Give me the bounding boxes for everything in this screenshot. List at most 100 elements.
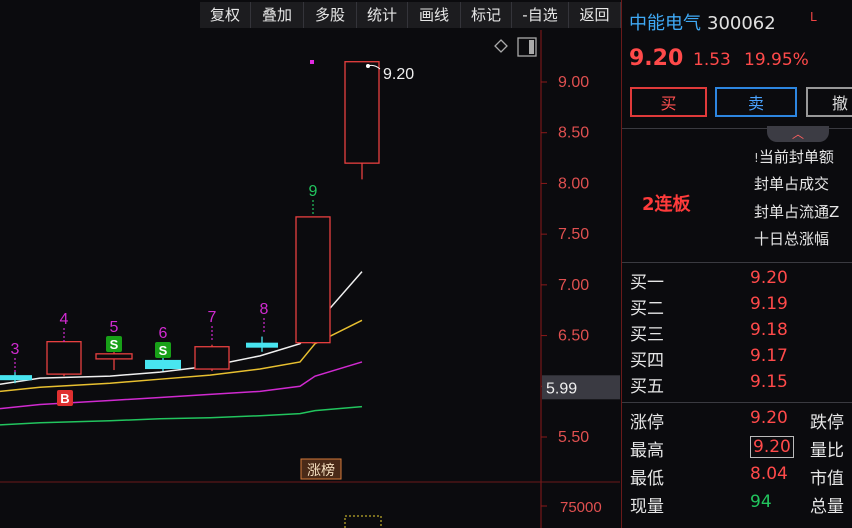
candle-body (344, 61, 380, 164)
candle-number-label: 4 (60, 311, 69, 328)
candle (46, 341, 82, 377)
candle (295, 216, 331, 344)
candle-body (46, 341, 82, 375)
chart-toolbar: 复权 叠加 多股 统计 画线 标记 -自选 返回 (0, 0, 621, 30)
candle-body (194, 346, 230, 370)
order-book-level: 买三 (630, 325, 664, 345)
candle-number-label: 5 (110, 319, 119, 336)
stat-label: 最高 (630, 441, 664, 461)
order-book-price: 9.18 (750, 320, 788, 340)
remove-watchlist-button[interactable]: -自选 (512, 2, 569, 28)
stat-label: 现量 (630, 497, 664, 517)
last-price-label: 9.20 (383, 66, 414, 83)
stock-code: 300062 (707, 13, 776, 34)
price-tick-label: 8.50 (558, 125, 589, 142)
cancel-button[interactable]: 撤 (806, 87, 852, 117)
collapse-toggle[interactable]: ︿ (767, 126, 829, 142)
candle (246, 336, 278, 352)
current-price: 9.20 (629, 46, 684, 71)
candle-number-label: 6 (159, 325, 168, 342)
ma-line-green (0, 405, 363, 426)
order-book-level: 买一 (630, 273, 664, 293)
price-change: 1.53 (693, 50, 731, 70)
candle (344, 61, 380, 180)
stat-value: 94 (750, 492, 772, 512)
signal-dot (310, 60, 314, 64)
fuquan-button[interactable]: 复权 (200, 2, 251, 28)
stat-label: 量比 (810, 441, 844, 461)
limit-up-rank-text: 涨榜 (307, 462, 335, 479)
candle-body (145, 359, 181, 370)
kline-chart-svg[interactable]: 3 4 5 6 7 8 9 S S B 9.20 涨榜 9.00 8.50 8.00 7.50 7.00 6.5… (0, 30, 620, 528)
order-book-price: 9.17 (750, 346, 788, 366)
stat-value: 9.20 (750, 436, 794, 458)
stat-label: 跌停 (810, 413, 844, 433)
order-book-level: 买四 (630, 351, 664, 371)
stat-label: 总量 (810, 497, 844, 517)
back-button[interactable]: 返回 (569, 2, 621, 28)
divider (622, 262, 852, 263)
sell-marker-text: S (110, 337, 119, 352)
seal-vs-turnover-label: 封单占成交 (754, 175, 830, 193)
overlay-button[interactable]: 叠加 (251, 2, 304, 28)
quote-panel: 中能电气 300062 L 9.20 1.53 19.95% 买 卖 撤 ︿ 2连… (621, 0, 852, 528)
buy-button[interactable]: 买 (630, 87, 707, 117)
order-book-level: 买二 (630, 299, 664, 319)
price-tick-label: 8.00 (558, 175, 589, 192)
current-price-label: 5.99 (546, 380, 577, 397)
sell-marker: S (155, 342, 171, 358)
order-book-row[interactable]: 买五 9.15 (622, 372, 852, 397)
candle-number-label: 9 (309, 183, 318, 200)
mark-button[interactable]: 标记 (461, 2, 512, 28)
price-tick-label: 5.50 (558, 429, 589, 446)
order-book-price: 9.15 (750, 372, 788, 392)
divider (622, 402, 852, 403)
price-change-pct: 19.95% (744, 50, 809, 70)
sell-button[interactable]: 卖 (715, 87, 797, 117)
stat-label: 市值 (810, 469, 844, 489)
diamond-icon[interactable] (494, 39, 508, 53)
order-book-row[interactable]: 买四 9.17 (622, 346, 852, 371)
ten-day-change-label: 十日总涨幅 (754, 230, 830, 248)
sell-marker: S (106, 336, 122, 352)
draw-line-button[interactable]: 画线 (408, 2, 461, 28)
stat-row: 最高 9.20 量比 (622, 436, 852, 462)
candle-number-label: 7 (208, 309, 217, 326)
buy-marker-text: B (60, 391, 69, 406)
stat-row: 涨停 9.20 跌停 (622, 408, 852, 434)
limit-up-rank-badge: 涨榜 (300, 458, 342, 480)
price-tick-label: 9.00 (558, 74, 589, 91)
stat-label: 最低 (630, 469, 664, 489)
candle-number-label: 8 (260, 301, 269, 318)
candle-body (95, 353, 133, 360)
stock-name[interactable]: 中能电气 (629, 13, 701, 34)
seal-vs-float-label: 封单占流通Z (754, 203, 840, 221)
stat-value: 9.20 (750, 408, 788, 428)
candle (95, 349, 133, 371)
candle-body (246, 342, 278, 348)
volume-tick-label: 75000 (560, 499, 602, 516)
candle (145, 355, 181, 372)
limit-up-streak: 2连板 (642, 194, 691, 215)
order-book-price: 9.19 (750, 294, 788, 314)
order-book-level: 买五 (630, 377, 664, 397)
order-book-price: 9.20 (750, 268, 788, 288)
price-tick-label: 7.50 (558, 226, 589, 243)
order-book-row[interactable]: 买二 9.19 (622, 294, 852, 319)
order-book-row[interactable]: 买一 9.20 (622, 268, 852, 293)
stat-label: 涨停 (630, 413, 664, 433)
buy-marker: B (57, 390, 73, 406)
volume-bar (344, 515, 382, 528)
stat-row: 现量 94 总量 (622, 492, 852, 518)
stat-row: 最低 8.04 市值 (622, 464, 852, 490)
panel-toggle-icon[interactable] (517, 37, 537, 57)
kline-chart[interactable]: 3 4 5 6 7 8 9 S S B 9.20 涨榜 9.00 8.50 8.00 7.50 7.00 6.5… (0, 30, 620, 528)
chevron-up-icon: ︿ (791, 127, 804, 141)
order-book-row[interactable]: 买三 9.18 (622, 320, 852, 345)
listing-badge: L (810, 10, 817, 24)
seal-amount-label: !当前封单额 (754, 148, 834, 166)
candle (194, 344, 230, 372)
statistics-button[interactable]: 统计 (357, 2, 408, 28)
stat-value: 8.04 (750, 464, 788, 484)
multi-stock-button[interactable]: 多股 (304, 2, 357, 28)
